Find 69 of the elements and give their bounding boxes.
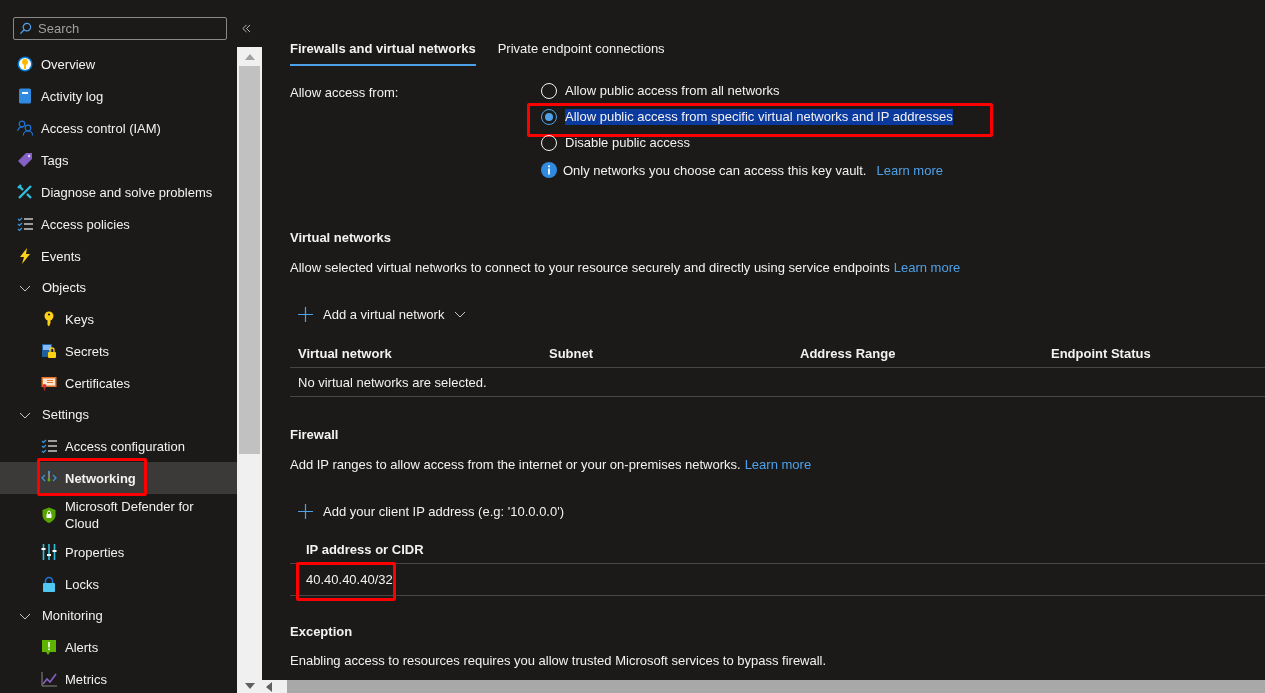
scroll-down-icon[interactable] xyxy=(244,683,255,689)
column-header: Virtual network xyxy=(298,345,393,361)
tab[interactable]: Private endpoint connections xyxy=(497,39,665,66)
sidebar-item[interactable]: Microsoft Defender for Cloud xyxy=(0,494,237,536)
section-description: Allow selected virtual networks to connect to your resource securely and directly using service endpoints xyxy=(290,260,890,275)
sidebar-item[interactable]: Metrics xyxy=(0,663,237,693)
collapse-icon[interactable] xyxy=(241,24,252,33)
sidebar-item[interactable]: Tags xyxy=(0,144,237,176)
learn-more-link[interactable]: Learn more xyxy=(744,457,812,472)
sidebar-group[interactable]: Monitoring xyxy=(0,600,237,631)
sidebar-item[interactable]: Diagnose and solve problems xyxy=(0,176,237,208)
alert-icon xyxy=(41,639,57,655)
sidebar-group[interactable]: Objects xyxy=(0,272,237,303)
sliders-icon xyxy=(41,544,57,560)
plus-icon xyxy=(298,306,313,322)
lock-icon xyxy=(41,576,57,592)
empty-table-message: No virtual networks are selected. xyxy=(298,374,487,390)
learn-more-link[interactable]: Learn more xyxy=(876,162,943,178)
sidebar-item[interactable]: Alerts xyxy=(0,631,237,663)
checklist-icon xyxy=(17,216,33,232)
info-icon xyxy=(541,162,557,178)
checklist-icon xyxy=(41,438,57,454)
radio-label[interactable]: Allow public access from specific virtual networks and IP addresses xyxy=(565,109,953,125)
wrench-icon xyxy=(17,184,33,200)
sidebar-item[interactable]: Events xyxy=(0,240,237,272)
sidebar-item[interactable]: Overview xyxy=(0,48,237,80)
radio-label[interactable]: Allow public access from all networks xyxy=(565,83,780,99)
section-description: Add IP ranges to allow access from the internet or your on-premises networks. xyxy=(290,457,741,472)
sidebar-item[interactable]: Secrets xyxy=(0,335,237,367)
add-client-ip-button[interactable]: Add your client IP address (e.g: '10.0.0.0') xyxy=(290,501,573,521)
sidebar-item[interactable]: Keys xyxy=(0,303,237,335)
scroll-left-icon[interactable] xyxy=(266,681,272,692)
chart-icon xyxy=(41,671,57,687)
add-virtual-network-button[interactable]: Add a virtual network xyxy=(290,304,475,324)
section-description: Enabling access to resources requires you allow trusted Microsoft services to bypass firewall. xyxy=(290,653,828,668)
notebook-icon xyxy=(17,88,33,104)
info-text: Only networks you choose can access this key vault. xyxy=(563,162,867,178)
section-heading: Firewall xyxy=(290,427,340,442)
sidebar-item[interactable]: Properties xyxy=(0,536,237,568)
vertical-scrollbar[interactable] xyxy=(237,47,262,693)
tag-icon xyxy=(17,152,33,168)
certificate-icon xyxy=(41,375,57,391)
column-header: Endpoint Status xyxy=(1051,345,1152,361)
search-field[interactable]: Search xyxy=(13,17,227,40)
learn-more-link[interactable]: Learn more xyxy=(893,260,961,275)
sidebar-group[interactable]: Settings xyxy=(0,399,237,430)
search-icon xyxy=(19,22,32,35)
sidebar-item[interactable]: Certificates xyxy=(0,367,237,399)
radio-label[interactable]: Disable public access xyxy=(565,135,690,151)
shield-icon xyxy=(41,507,57,523)
field-label: Allow access from: xyxy=(290,84,400,102)
sidebar-item[interactable]: Activity log xyxy=(0,80,237,112)
locked-document-icon xyxy=(41,343,57,359)
lightning-icon xyxy=(17,248,33,264)
section-heading: Exception xyxy=(290,624,354,639)
key-circle-icon xyxy=(17,56,33,72)
column-header: IP address or CIDR xyxy=(306,542,424,557)
plus-icon xyxy=(298,503,313,519)
ip-address-cell: 40.40.40.40/32 xyxy=(306,572,393,587)
sidebar-item[interactable]: Locks xyxy=(0,568,237,600)
section-heading: Virtual networks xyxy=(290,230,392,245)
column-header: Subnet xyxy=(549,345,595,361)
sidebar-item[interactable]: Access policies xyxy=(0,208,237,240)
sidebar-item[interactable]: Access control (IAM) xyxy=(0,112,237,144)
people-icon xyxy=(17,120,33,136)
column-header: Address Range xyxy=(800,345,897,361)
tab[interactable]: Firewalls and virtual networks xyxy=(290,39,476,66)
scroll-thumb[interactable] xyxy=(239,66,260,454)
sidebar-item[interactable]: Access configuration xyxy=(0,430,237,462)
